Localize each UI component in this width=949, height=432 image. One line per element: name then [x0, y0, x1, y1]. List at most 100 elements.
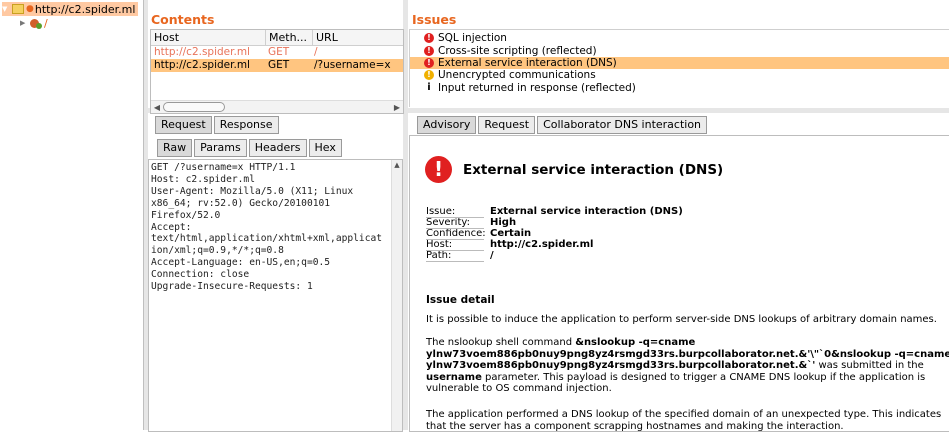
contents-hscrollbar[interactable]: ◀ ▶	[151, 100, 403, 113]
field-row: Severity: High	[426, 217, 683, 228]
column-header-url[interactable]: URL	[313, 30, 403, 45]
info-icon: i	[427, 81, 431, 93]
issue-item[interactable]: ! SQL injection	[410, 32, 949, 44]
cell-host: http://c2.spider.ml	[154, 46, 250, 58]
field-divider	[426, 250, 484, 251]
advisory-title: External service interaction (DNS)	[463, 162, 724, 178]
issue-label: Unencrypted communications	[438, 69, 596, 82]
detail-paragraph-3: The application performed a DNS lookup o…	[426, 409, 942, 432]
param-name: username	[426, 371, 482, 383]
field-value: High	[490, 217, 517, 228]
scroll-left-icon[interactable]: ◀	[151, 103, 163, 112]
request-line: User-Agent: Mozilla/5.0 (X11; Linux	[151, 185, 354, 197]
field-value: Certain	[490, 228, 532, 239]
tab-advisory-request[interactable]: Request	[478, 116, 536, 134]
high-severity-large-icon: !	[425, 156, 452, 183]
field-key: Host:	[426, 239, 453, 250]
cell-host: http://c2.spider.ml	[154, 59, 250, 71]
tab-headers[interactable]: Headers	[248, 139, 307, 157]
site-map-tree: ▼ ● http://c2.spider.ml ▶ /	[0, 0, 144, 430]
field-divider	[426, 261, 484, 262]
tab-advisory[interactable]: Advisory	[417, 116, 477, 134]
field-value: External service interaction (DNS)	[490, 206, 683, 217]
field-row: Path: /	[426, 250, 683, 261]
issue-label: Cross-site scripting (reflected)	[438, 44, 597, 57]
tree-child-node[interactable]: ▶ /	[20, 16, 143, 30]
request-line: Connection: close	[151, 269, 250, 281]
request-line: ion/xml;q=0.9,*/*;q=0.8	[151, 245, 284, 257]
request-line: Accept-Language: en-US,en;q=0.5	[151, 257, 331, 269]
collapse-triangle-icon[interactable]: ▶	[20, 19, 26, 27]
field-divider	[426, 217, 484, 218]
raw-tabs: Raw Params Headers Hex	[157, 139, 342, 157]
field-key: Confidence:	[426, 228, 486, 239]
para2-text-a: The nslookup shell command	[426, 337, 576, 348]
tab-hex[interactable]: Hex	[308, 139, 342, 157]
issue-label: SQL injection	[438, 32, 507, 45]
contents-table: Host Meth... URL http://c2.spider.ml GET…	[150, 29, 404, 114]
request-line: Accept:	[151, 221, 192, 233]
request-line: Upgrade-Insecure-Requests: 1	[151, 281, 313, 293]
issue-label: Input returned in response (reflected)	[438, 81, 636, 94]
advisory-fields: Issue: External service interaction (DNS…	[426, 206, 683, 261]
cell-url: /?username=x	[314, 59, 391, 71]
scroll-thumb[interactable]	[163, 102, 225, 112]
issues-title: Issues	[412, 12, 457, 27]
tree-child-label: /	[44, 16, 48, 30]
detail-paragraph-2: The nslookup shell command &nslookup -q=…	[426, 337, 949, 395]
field-key: Issue:	[426, 206, 456, 217]
para2-text-b: was submitted in the	[815, 360, 924, 371]
column-header-method[interactable]: Meth...	[266, 30, 313, 45]
issues-splitter[interactable]	[408, 108, 949, 113]
tree-root-node[interactable]: ▼ ● http://c2.spider.ml	[2, 2, 138, 16]
issue-item-selected[interactable]: ! External service interaction (DNS)	[410, 56, 949, 70]
cell-url: /	[314, 46, 318, 58]
high-severity-icon: !	[424, 45, 434, 56]
request-response-tabs: Request Response	[155, 116, 279, 134]
table-row[interactable]: http://c2.spider.ml GET /	[151, 46, 403, 59]
issue-detail-heading: Issue detail	[426, 294, 495, 306]
para2-text-c: parameter. This payload is designed to t…	[426, 371, 926, 395]
column-header-host[interactable]: Host	[151, 30, 266, 45]
tab-params[interactable]: Params	[194, 139, 247, 157]
high-severity-icon: !	[424, 57, 434, 68]
advisory-tabs: Advisory Request Collaborator DNS intera…	[417, 116, 708, 134]
field-value: http://c2.spider.ml	[490, 239, 594, 250]
request-line: text/html,application/xhtml+xml,applicat	[151, 233, 383, 245]
expand-triangle-icon[interactable]: ▼	[2, 5, 8, 13]
status-dot-icon: ●	[26, 4, 34, 14]
issue-item[interactable]: ! Unencrypted communications	[410, 69, 949, 81]
field-row: Issue: External service interaction (DNS…	[426, 206, 683, 217]
field-row: Host: http://c2.spider.ml	[426, 239, 683, 250]
field-key: Severity:	[426, 217, 470, 228]
advisory-panel: ! External service interaction (DNS) Iss…	[409, 135, 949, 432]
tab-collaborator[interactable]: Collaborator DNS interaction	[537, 116, 708, 134]
lock-badge-icon	[36, 22, 42, 29]
cell-method: GET	[268, 59, 290, 71]
field-divider	[426, 228, 484, 229]
request-vscrollbar[interactable]: ▲	[391, 160, 402, 431]
issue-item[interactable]: ! Cross-site scripting (reflected)	[410, 44, 949, 57]
field-divider	[426, 239, 484, 240]
field-value: /	[490, 250, 494, 261]
table-header: Host Meth... URL	[151, 30, 403, 46]
cell-method: GET	[268, 46, 290, 58]
low-severity-icon: !	[424, 70, 434, 81]
request-lines: GET /?username=x HTTP/1.1 Host: c2.spide…	[149, 160, 402, 293]
field-key: Path:	[426, 250, 452, 261]
issues-list: ! SQL injection ! Cross-site scripting (…	[409, 29, 949, 107]
field-row: Confidence: Certain	[426, 228, 683, 239]
issue-item[interactable]: i Input returned in response (reflected)	[410, 82, 949, 94]
scroll-up-icon[interactable]: ▲	[392, 161, 402, 169]
request-line: x86_64; rv:52.0) Gecko/20100101	[151, 197, 331, 209]
high-severity-icon: !	[424, 33, 434, 44]
tab-request[interactable]: Request	[155, 116, 212, 134]
request-editor[interactable]: GET /?username=x HTTP/1.1 Host: c2.spide…	[148, 159, 403, 432]
scroll-right-icon[interactable]: ▶	[391, 103, 403, 112]
tree-root-label: http://c2.spider.ml	[34, 2, 136, 16]
request-line: Firefox/52.0	[151, 209, 221, 221]
table-row-selected[interactable]: http://c2.spider.ml GET /?username=x	[151, 59, 403, 72]
tab-response[interactable]: Response	[213, 116, 279, 134]
request-line: GET /?username=x HTTP/1.1	[151, 162, 296, 173]
tab-raw[interactable]: Raw	[157, 139, 193, 157]
